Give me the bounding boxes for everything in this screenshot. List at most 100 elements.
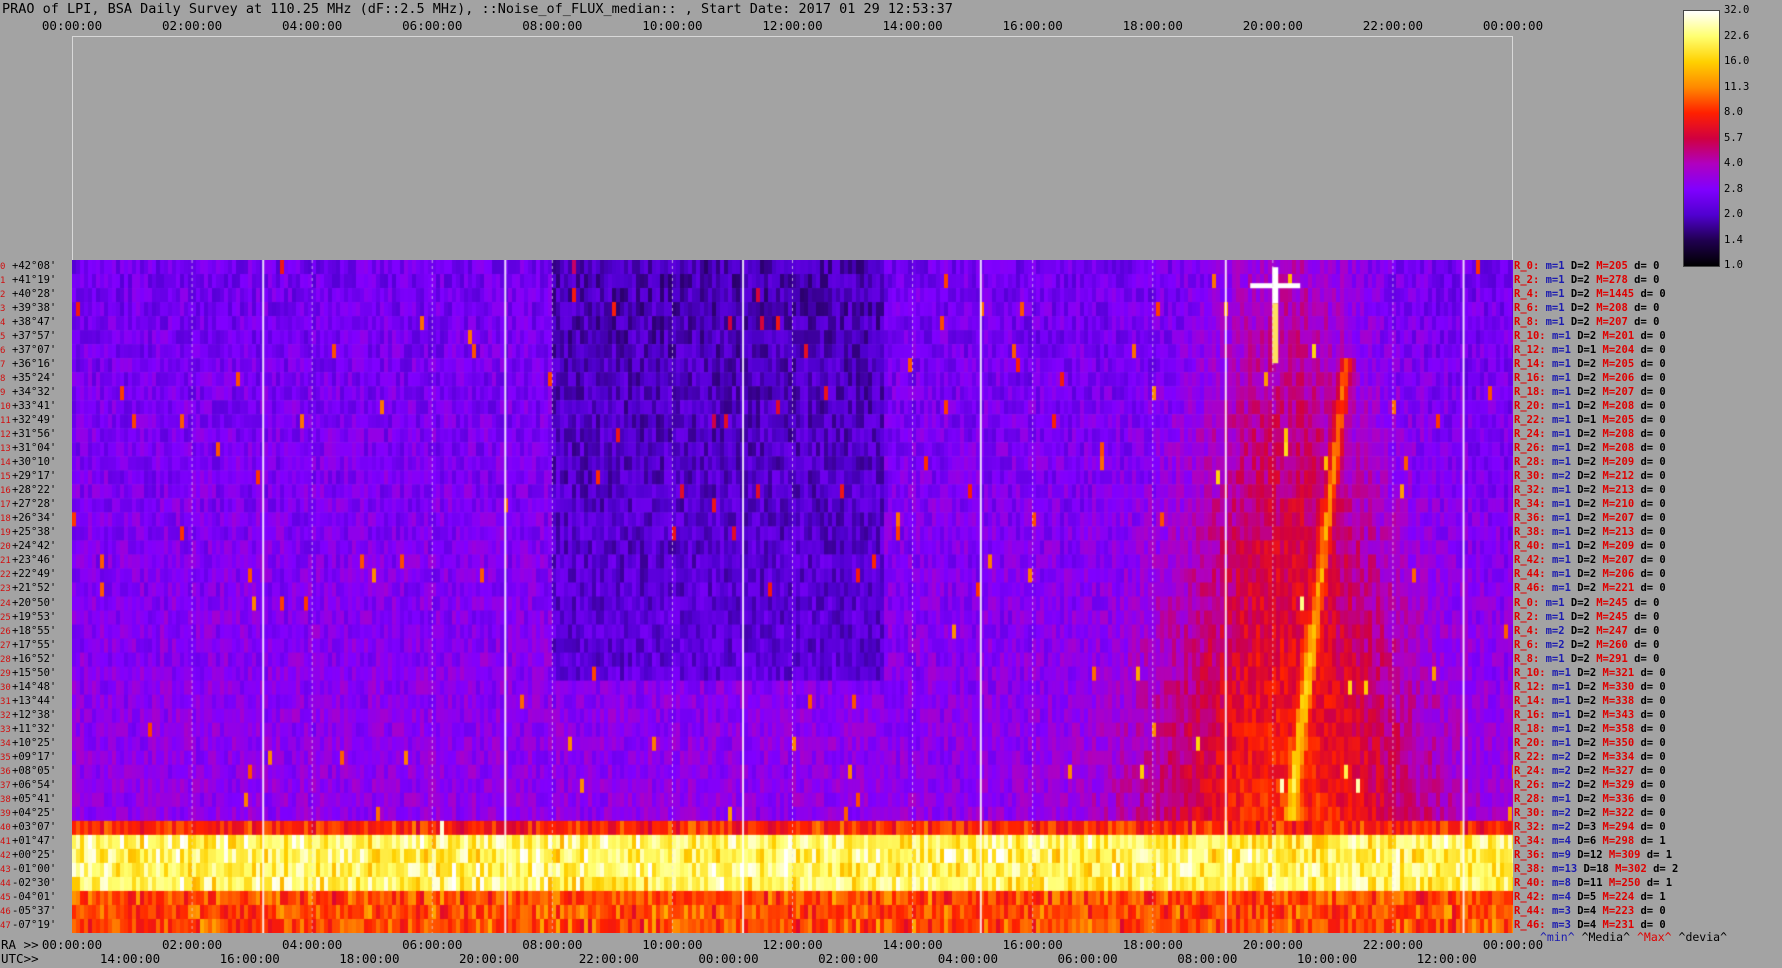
stat-devia: d= 0: [1640, 288, 1666, 301]
beam-id: R_30:: [1514, 470, 1552, 483]
top-tick-label: 18:00:00: [1122, 18, 1183, 33]
stat-min: m=1: [1545, 596, 1571, 609]
stat-max: M=208: [1602, 428, 1641, 441]
stat-max: M=350: [1602, 736, 1641, 749]
beam-stat-row: R_6: m=2 D=2 M=260 d= 0: [1514, 638, 1659, 652]
top-tick-label: 08:00:00: [522, 18, 583, 33]
stat-max: M=205: [1602, 358, 1641, 371]
declination-value: +04°25': [12, 806, 57, 819]
utc-tick-label: 02:00:00: [818, 951, 879, 966]
stat-media: D=2: [1570, 638, 1597, 651]
stat-max: M=322: [1602, 806, 1641, 819]
beam-stat-row: R_32: m=1 D=2 M=213 d= 0: [1514, 483, 1666, 497]
top-tick-label: 10:00:00: [642, 18, 703, 33]
chart-title: PRAO of LPI, BSA Daily Survey at 110.25 …: [2, 1, 953, 17]
beam-stat-row: R_28: m=1 D=2 M=209 d= 0: [1514, 455, 1666, 469]
stat-media: D=2: [1570, 274, 1597, 287]
utc-tick-label: 00:00:00: [698, 951, 759, 966]
beam-index: 34: [0, 738, 11, 749]
declination-value: +20°50': [12, 596, 57, 609]
declination-label: 8 +35°24': [0, 371, 72, 385]
beam-stat-row: R_20: m=1 D=2 M=350 d= 0: [1514, 736, 1666, 750]
stat-min: m=1: [1551, 554, 1578, 567]
utc-tick-label: 12:00:00: [1416, 951, 1477, 966]
stat-max: M=207: [1602, 512, 1641, 525]
color-scale-label: 1.0: [1724, 259, 1743, 271]
declination-label: 0 +42°08': [0, 259, 72, 273]
stat-max: M=207: [1602, 554, 1641, 567]
stat-devia: d= 0: [1640, 456, 1666, 469]
stat-devia: d= 0: [1640, 764, 1666, 777]
declination-label: 30+14°48': [0, 680, 72, 694]
top-tick-label: 04:00:00: [282, 18, 343, 33]
stat-media: D=2: [1577, 582, 1603, 595]
stat-devia: d= 0: [1640, 904, 1666, 917]
stat-max: M=278: [1596, 274, 1635, 287]
stat-devia: d= 0: [1640, 792, 1666, 805]
beam-id: R_4:: [1514, 624, 1546, 637]
beam-index: 27: [0, 640, 11, 651]
declination-value: +21°52': [12, 582, 57, 595]
declination-value: +30°10': [12, 456, 57, 469]
beam-id: R_14:: [1514, 358, 1552, 371]
stat-min: m=1: [1551, 736, 1578, 749]
declination-value: +28°22': [12, 484, 57, 497]
declination-label: 35+09°17': [0, 750, 72, 764]
stat-devia: d= 0: [1640, 526, 1666, 539]
beam-index: 35: [0, 752, 11, 763]
stat-media: D=2: [1577, 680, 1603, 693]
stat-max: M=291: [1596, 652, 1635, 665]
beam-index: 45: [0, 892, 11, 903]
beam-index: 12: [0, 430, 11, 441]
beam-stat-row: R_0: m=1 D=2 M=205 d= 0: [1514, 259, 1659, 273]
beam-id: R_12:: [1514, 344, 1552, 357]
stat-min: m=1: [1545, 302, 1571, 315]
declination-label: 34+10°25': [0, 736, 72, 750]
stat-devia: d= 0: [1640, 722, 1666, 735]
stat-devia: d= 0: [1640, 414, 1666, 427]
stat-media: D=2: [1577, 806, 1603, 819]
beam-index: 46: [0, 906, 11, 917]
declination-value: +13°44': [12, 694, 57, 707]
top-tick-label: 02:00:00: [161, 18, 223, 33]
beam-index: 26: [0, 626, 11, 637]
beam-stat-row: R_4: m=1 D=2 M=1445 d= 0: [1514, 287, 1666, 301]
beam-id: R_22:: [1514, 414, 1552, 427]
beam-id: R_0:: [1514, 596, 1546, 609]
declination-label: 16+28°22': [0, 483, 72, 497]
beam-id: R_2:: [1514, 274, 1546, 287]
stat-max: M=208: [1602, 400, 1641, 413]
stat-min: m=2: [1551, 820, 1578, 833]
utc-tick-label: 22:00:00: [578, 951, 639, 966]
beam-id: R_10:: [1514, 666, 1552, 679]
beam-index: 25: [0, 612, 11, 623]
stat-devia: d= 0: [1640, 750, 1666, 763]
stat-max: M=302: [1615, 862, 1654, 875]
declination-label: 31+13°44': [0, 694, 72, 708]
beam-index: 37: [0, 780, 11, 791]
beam-id: R_8:: [1514, 316, 1546, 329]
ra-tick-label: 10:00:00: [642, 937, 703, 952]
stat-devia: d= 0: [1640, 666, 1666, 679]
stat-media: D=2: [1577, 540, 1603, 553]
declination-value: -07°19': [12, 918, 57, 931]
stat-min: m=1: [1551, 414, 1578, 427]
stat-max: M=298: [1602, 834, 1641, 847]
declination-label: 24+20°50': [0, 596, 72, 610]
stat-min: m=2: [1551, 470, 1578, 483]
stat-max: M=210: [1602, 498, 1641, 511]
declination-value: +29°17': [12, 470, 57, 483]
ra-tick-label: 18:00:00: [1122, 937, 1183, 952]
beam-index: 16: [0, 486, 11, 497]
stat-min: m=1: [1551, 722, 1578, 735]
declination-label: 28+16°52': [0, 652, 72, 666]
color-scale-label: 2.0: [1724, 208, 1743, 220]
stat-devia: d= 0: [1640, 428, 1666, 441]
beam-index: 32: [0, 710, 11, 721]
beam-id: R_46:: [1514, 582, 1552, 595]
beam-stat-row: R_22: m=2 D=2 M=334 d= 0: [1514, 750, 1666, 764]
spectrogram-heatmap: [72, 260, 1513, 933]
stat-min: m=1: [1551, 568, 1578, 581]
stat-min: m=1: [1551, 484, 1578, 497]
beam-index: 28: [0, 654, 11, 665]
